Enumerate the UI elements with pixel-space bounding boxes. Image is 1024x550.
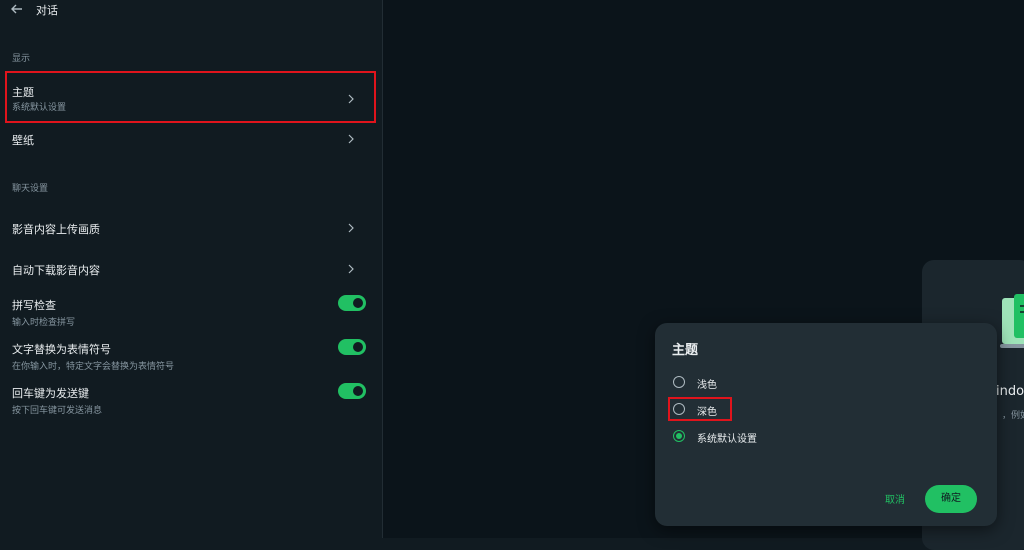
confirm-button[interactable]: 确定 — [925, 485, 977, 513]
spell-check-toggle[interactable] — [338, 295, 366, 311]
spell-check-row: 拼写检查 输入时检查拼写 — [0, 294, 382, 330]
auto-download-label: 自动下载影音内容 — [12, 264, 100, 277]
enter-send-desc: 按下回车键可发送消息 — [12, 406, 103, 416]
page-title: 对话 — [36, 4, 58, 17]
cancel-button[interactable]: 取消 — [885, 491, 905, 506]
chevron-right-icon — [348, 134, 354, 144]
theme-option-system[interactable]: 系统默认设置 — [673, 429, 873, 445]
radio-selected-icon[interactable] — [673, 430, 685, 442]
emoji-replace-label: 文字替换为表情符号 — [12, 343, 111, 356]
enter-send-row: 回车键为发送键 按下回车键可发送消息 — [0, 382, 382, 418]
emoji-replace-toggle[interactable] — [338, 339, 366, 355]
panel-header: 对话 — [0, 0, 382, 20]
spell-check-desc: 输入时检查拼写 — [12, 318, 76, 328]
emoji-replace-row: 文字替换为表情符号 在你输入时，特定文字会替换为表情符号 — [0, 338, 382, 374]
theme-dialog: 主题 浅色 深色 系统默认设置 取消 确定 — [655, 323, 997, 526]
chevron-right-icon — [348, 223, 354, 233]
media-quality-row[interactable]: 影音内容上传画质 — [0, 213, 382, 243]
back-arrow-icon[interactable] — [10, 2, 24, 16]
section-chat-label: 聊天设置 — [12, 184, 49, 194]
laptop-illustration-icon — [1000, 294, 1024, 348]
intro-desc-partial: ，例如 — [1002, 411, 1024, 421]
highlight-box — [668, 397, 732, 421]
radio-unselected-icon[interactable] — [673, 376, 685, 388]
theme-option-light[interactable]: 浅色 — [673, 375, 873, 391]
highlight-box — [5, 71, 376, 123]
wallpaper-row[interactable]: 壁纸 — [0, 124, 382, 154]
option-label: 浅色 — [697, 380, 717, 391]
wallpaper-label: 壁纸 — [12, 134, 34, 147]
media-quality-label: 影音内容上传画质 — [12, 223, 100, 236]
enter-send-label: 回车键为发送键 — [12, 387, 89, 400]
spell-check-label: 拼写检查 — [12, 299, 56, 312]
emoji-replace-desc: 在你输入时，特定文字会替换为表情符号 — [12, 362, 175, 372]
auto-download-row[interactable]: 自动下载影音内容 — [0, 254, 382, 284]
enter-send-toggle[interactable] — [338, 383, 366, 399]
option-label: 系统默认设置 — [697, 434, 757, 445]
section-display-label: 显示 — [12, 54, 31, 64]
chevron-right-icon — [348, 264, 354, 274]
dialog-title: 主题 — [672, 343, 699, 358]
intro-title-partial: indo — [996, 384, 1024, 399]
settings-panel: 对话 显示 主题 系统默认设置 壁纸 聊天设置 影音内容上传画质 自动下载影音内… — [0, 0, 383, 538]
